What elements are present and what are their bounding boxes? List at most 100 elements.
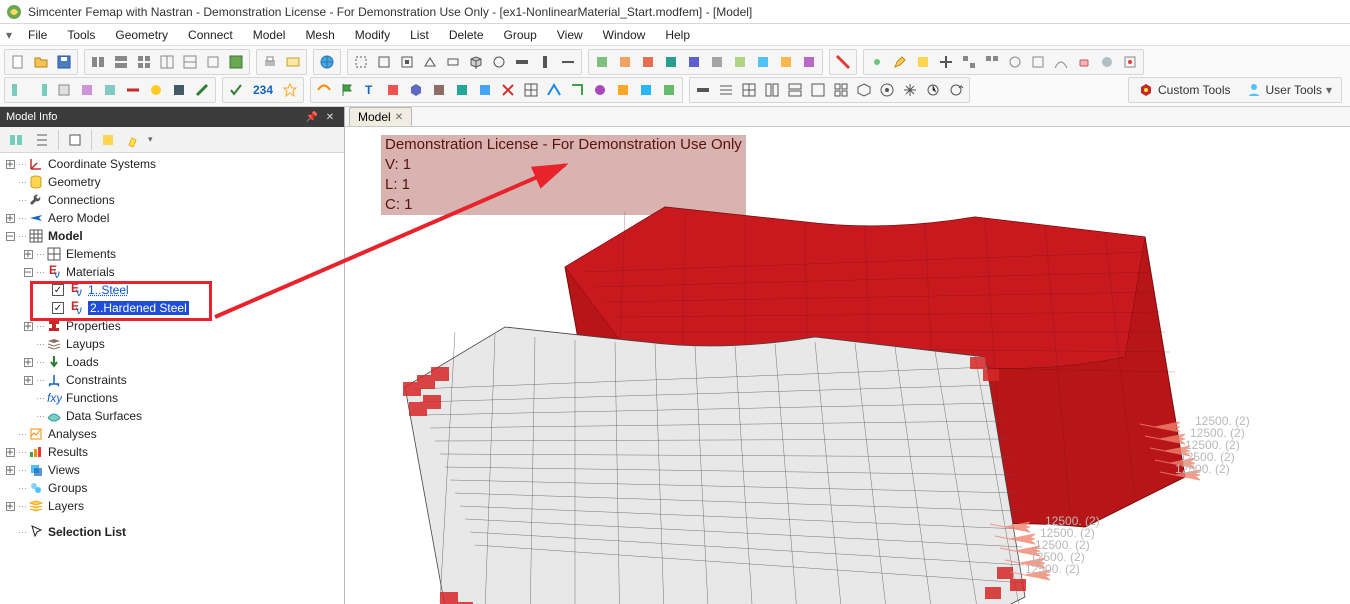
menu-list[interactable]: List <box>400 26 439 44</box>
tb-icon[interactable] <box>935 51 957 73</box>
menu-connect[interactable]: Connect <box>178 26 243 44</box>
tb-icon[interactable] <box>945 79 967 101</box>
tb-icon[interactable] <box>191 79 213 101</box>
graphics-canvas[interactable]: Demonstration License - For Demonstratio… <box>345 127 1350 604</box>
system-menu-icon[interactable]: ▾ <box>4 24 14 46</box>
tree-item-properties[interactable]: +⋯ Properties <box>0 317 344 335</box>
tb-icon[interactable] <box>775 51 797 73</box>
menu-delete[interactable]: Delete <box>439 26 494 44</box>
tree-item-model[interactable]: −⋯ Model <box>0 227 344 245</box>
tb-icon[interactable] <box>442 51 464 73</box>
panel-tb-icon[interactable] <box>30 129 54 151</box>
tb-icon[interactable] <box>692 79 714 101</box>
tb-icon[interactable] <box>382 79 404 101</box>
tb-icon[interactable] <box>396 51 418 73</box>
tb-icon[interactable] <box>225 51 247 73</box>
tb-icon[interactable] <box>899 79 921 101</box>
tb-icon[interactable] <box>282 51 304 73</box>
pin-icon[interactable]: 📌 <box>304 109 320 125</box>
tb-icon[interactable] <box>179 51 201 73</box>
dropdown-icon[interactable]: ▾ <box>148 134 153 145</box>
tb-icon[interactable] <box>784 79 806 101</box>
tb-icon[interactable] <box>428 79 450 101</box>
highlighter-icon[interactable] <box>122 129 146 151</box>
tb-icon[interactable] <box>635 79 657 101</box>
menu-geometry[interactable]: Geometry <box>105 26 178 44</box>
tree-item-connections[interactable]: ⋯ Connections <box>0 191 344 209</box>
tb-icon[interactable] <box>660 51 682 73</box>
print-icon[interactable] <box>259 51 281 73</box>
tb-icon[interactable] <box>830 79 852 101</box>
tb-icon[interactable] <box>511 51 533 73</box>
tree-item-functions[interactable]: ⋯ fxy Functions <box>0 389 344 407</box>
eraser-icon[interactable] <box>1073 51 1095 73</box>
tb-icon[interactable] <box>534 51 556 73</box>
tb-icon[interactable] <box>807 79 829 101</box>
tb-icon[interactable] <box>557 51 579 73</box>
tb-icon[interactable] <box>110 51 132 73</box>
cross-icon[interactable] <box>497 79 519 101</box>
tb-icon[interactable] <box>313 79 335 101</box>
tab-model[interactable]: Model ✕ <box>349 107 412 126</box>
tb-icon[interactable] <box>30 79 52 101</box>
select-rect-icon[interactable] <box>350 51 372 73</box>
tb-icon[interactable] <box>876 79 898 101</box>
tb-icon[interactable] <box>279 79 301 101</box>
close-icon[interactable]: ✕ <box>395 112 403 123</box>
tree-item-materials[interactable]: −⋯ Eν Materials <box>0 263 344 281</box>
checkbox-icon[interactable]: ✓ <box>52 302 64 314</box>
tree-item-material-2[interactable]: ✓ Eν 2..Hardened Steel <box>0 299 344 317</box>
tb-icon[interactable] <box>405 79 427 101</box>
tree-item-geometry[interactable]: ⋯ Geometry <box>0 173 344 191</box>
tb-icon[interactable] <box>798 51 820 73</box>
tree-item-layups[interactable]: ⋯ Layups <box>0 335 344 353</box>
tb-icon[interactable] <box>683 51 705 73</box>
tb-icon[interactable] <box>612 79 634 101</box>
panel-tb-icon[interactable] <box>96 129 120 151</box>
tb-icon[interactable] <box>419 51 441 73</box>
tree-item-results[interactable]: +⋯ Results <box>0 443 344 461</box>
panel-tb-icon[interactable] <box>4 129 28 151</box>
tb-icon[interactable] <box>761 79 783 101</box>
id-button[interactable]: 234 <box>248 79 278 101</box>
globe-icon[interactable] <box>316 51 338 73</box>
tb-icon[interactable]: T <box>359 79 381 101</box>
tb-icon[interactable] <box>145 79 167 101</box>
tb-icon[interactable] <box>202 51 224 73</box>
model-tree[interactable]: +⋯ Coordinate Systems ⋯ Geometry ⋯ Conne… <box>0 153 344 604</box>
tb-icon[interactable] <box>706 51 728 73</box>
tb-icon[interactable] <box>591 51 613 73</box>
menu-mesh[interactable]: Mesh <box>295 26 344 44</box>
tb-icon[interactable] <box>133 51 155 73</box>
tb-icon[interactable] <box>589 79 611 101</box>
menu-file[interactable]: File <box>18 26 57 44</box>
pencil-icon[interactable] <box>889 51 911 73</box>
tb-icon[interactable] <box>474 79 496 101</box>
tb-icon[interactable] <box>658 79 680 101</box>
tb-icon[interactable] <box>76 79 98 101</box>
tree-item-loads[interactable]: +⋯ Loads <box>0 353 344 371</box>
tb-icon[interactable] <box>156 51 178 73</box>
tb-icon[interactable] <box>729 51 751 73</box>
tb-icon[interactable] <box>168 79 190 101</box>
menu-view[interactable]: View <box>547 26 593 44</box>
menu-modify[interactable]: Modify <box>345 26 400 44</box>
tb-icon[interactable] <box>122 79 144 101</box>
menu-window[interactable]: Window <box>593 26 656 44</box>
tb-icon[interactable] <box>87 51 109 73</box>
tb-icon[interactable] <box>1119 51 1141 73</box>
tb-icon[interactable] <box>637 51 659 73</box>
tree-item-groups[interactable]: ⋯ Groups <box>0 479 344 497</box>
tb-icon[interactable] <box>981 51 1003 73</box>
tree-item-data-surfaces[interactable]: ⋯ Data Surfaces <box>0 407 344 425</box>
open-icon[interactable] <box>30 51 52 73</box>
close-icon[interactable]: ✕ <box>322 109 338 125</box>
tb-icon[interactable] <box>520 79 542 101</box>
tb-icon[interactable] <box>738 79 760 101</box>
tb-icon[interactable] <box>53 79 75 101</box>
tb-icon[interactable] <box>912 51 934 73</box>
tree-item-constraints[interactable]: +⋯ Constraints <box>0 371 344 389</box>
custom-tools-button[interactable]: Custom Tools <box>1131 79 1237 101</box>
tb-icon[interactable] <box>958 51 980 73</box>
new-icon[interactable] <box>7 51 29 73</box>
